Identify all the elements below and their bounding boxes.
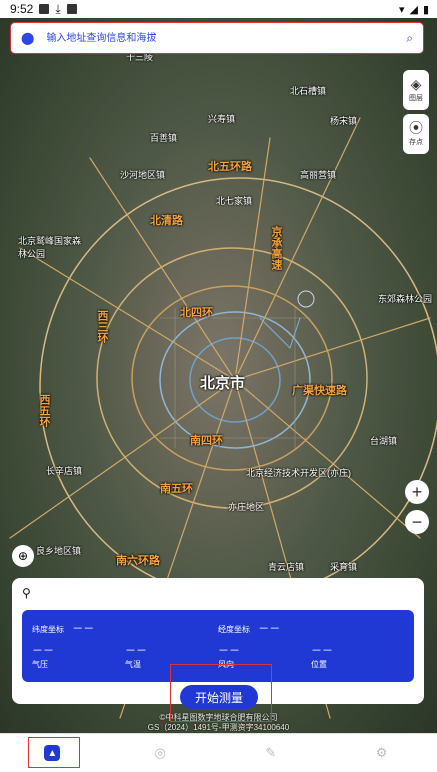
- pressure-metric: －－ 气压: [32, 645, 125, 670]
- label-taihu-town: 台湖镇: [370, 436, 398, 446]
- search-bar[interactable]: ⬤ ⌕: [10, 22, 424, 54]
- location-pin-icon: ⦿: [409, 120, 423, 136]
- pencil-icon: ✎: [265, 745, 277, 760]
- search-icon[interactable]: ⌕: [406, 31, 413, 46]
- label-changxindian: 长辛店镇: [46, 466, 83, 476]
- download-icon: ⤓: [55, 1, 61, 16]
- map-icon: ▲: [47, 747, 58, 759]
- label-west-third-ring: 西三环: [96, 310, 108, 343]
- label-jiufeng-park: 北京鹫峰国家森林公园: [18, 236, 82, 259]
- label-shahe-town: 沙河地区镇: [120, 170, 166, 180]
- label-south-sixth-ring: 南六环路: [116, 555, 160, 567]
- layers-button[interactable]: ◈ 图层: [403, 70, 429, 110]
- metric-value: －－: [311, 645, 333, 657]
- label-jingcheng-expressway: 京承高速: [270, 226, 282, 270]
- metric-label: 气压: [32, 660, 48, 669]
- label-north-fifth-ring: 北五环路: [208, 161, 252, 173]
- save-location-button[interactable]: ⦿ 存点: [403, 114, 429, 154]
- label-south-fourth-ring: 南四环: [190, 435, 223, 447]
- image-notification-icon: [39, 4, 50, 14]
- layers-icon: ◈: [410, 76, 422, 92]
- longitude-field: 经度坐标 －－: [218, 620, 280, 636]
- wind-direction-metric: －－ 风向: [218, 645, 311, 670]
- tab-settings[interactable]: ⚙: [371, 742, 393, 764]
- location-pin-icon: ⚲: [22, 586, 31, 600]
- label-yizhuang-area: 亦庄地区: [228, 502, 265, 512]
- label-beishicao-town: 北石槽镇: [290, 86, 327, 96]
- location-pin-icon: ⬤: [21, 31, 35, 45]
- measurement-card: 纬度坐标 －－ 经度坐标 －－ －－ 气压 －－ 气温 －－ 风向 －－ 位置: [22, 610, 414, 682]
- metric-label: 气温: [125, 660, 141, 669]
- zoom-in-button[interactable]: +: [405, 480, 429, 504]
- latitude-value: －－: [72, 623, 95, 635]
- zoom-out-button[interactable]: −: [405, 510, 429, 534]
- metric-value: －－: [218, 645, 240, 657]
- battery-icon: ▮: [422, 3, 429, 16]
- tab-edit[interactable]: ✎: [260, 742, 282, 764]
- label-guangqu-expressway: 广渠快速路: [292, 385, 347, 397]
- signal-icon: ◢: [409, 3, 418, 16]
- compass-icon: ◎: [154, 745, 166, 760]
- label-west-fifth-ring: 西五环: [38, 394, 50, 427]
- latitude-label: 纬度坐标: [32, 625, 64, 634]
- search-input[interactable]: [44, 31, 407, 45]
- layers-label: 图层: [409, 95, 423, 102]
- tab-compass[interactable]: ◎: [149, 742, 171, 764]
- label-dongjiao-park: 东郊森林公园: [378, 294, 433, 304]
- metric-label: 风向: [218, 660, 234, 669]
- label-qingyundian: 青云店镇: [268, 562, 305, 572]
- label-liangxiang: 良乡地区镇: [36, 546, 82, 556]
- start-measurement-button[interactable]: 开始测量: [180, 685, 258, 709]
- label-beiqijia-town: 北七家镇: [216, 196, 253, 206]
- label-xingshou-town: 兴寿镇: [208, 114, 236, 124]
- label-city: 北京市: [200, 375, 246, 392]
- locate-me-button[interactable]: ⊕: [12, 545, 34, 567]
- label-caiyu: 采育镇: [330, 562, 358, 572]
- minus-icon: −: [411, 511, 423, 532]
- save-location-label: 存点: [409, 139, 423, 146]
- longitude-label: 经度坐标: [218, 625, 250, 634]
- position-metric: －－ 位置: [311, 645, 404, 670]
- map-approval-number: GS（2024）1491号-甲测资字34100640: [147, 723, 290, 732]
- metric-label: 位置: [311, 660, 327, 669]
- metric-value: －－: [32, 645, 54, 657]
- status-time: 9:52: [10, 2, 34, 16]
- label-south-fifth-ring: 南五环: [160, 483, 193, 495]
- label-yangsong-town: 杨宋镇: [330, 116, 358, 126]
- app-notification-icon: [66, 4, 77, 14]
- longitude-value: －－: [258, 623, 281, 635]
- label-gaoliying-town: 高丽营镇: [300, 170, 337, 180]
- gear-icon: ⚙: [375, 745, 388, 760]
- metric-value: －－: [125, 645, 147, 657]
- label-yizhuang: 北京经济技术开发区(亦庄): [246, 468, 351, 478]
- label-baishan-town: 百善镇: [150, 133, 178, 143]
- bottom-tab-bar: ▲ ◎ ✎ ⚙: [0, 733, 437, 772]
- latitude-field: 纬度坐标 －－: [32, 620, 94, 636]
- label-north-fourth-ring: 北四环: [180, 307, 213, 319]
- temperature-metric: －－ 气温: [125, 645, 218, 670]
- label-beiqing-road: 北清路: [150, 215, 183, 227]
- wifi-icon: ▾: [398, 3, 405, 16]
- plus-icon: +: [411, 481, 423, 502]
- status-bar: 9:52 ⤓ ▾ ◢ ▮: [0, 0, 437, 18]
- tab-map[interactable]: ▲: [44, 745, 61, 761]
- crosshair-icon: ⊕: [17, 549, 29, 563]
